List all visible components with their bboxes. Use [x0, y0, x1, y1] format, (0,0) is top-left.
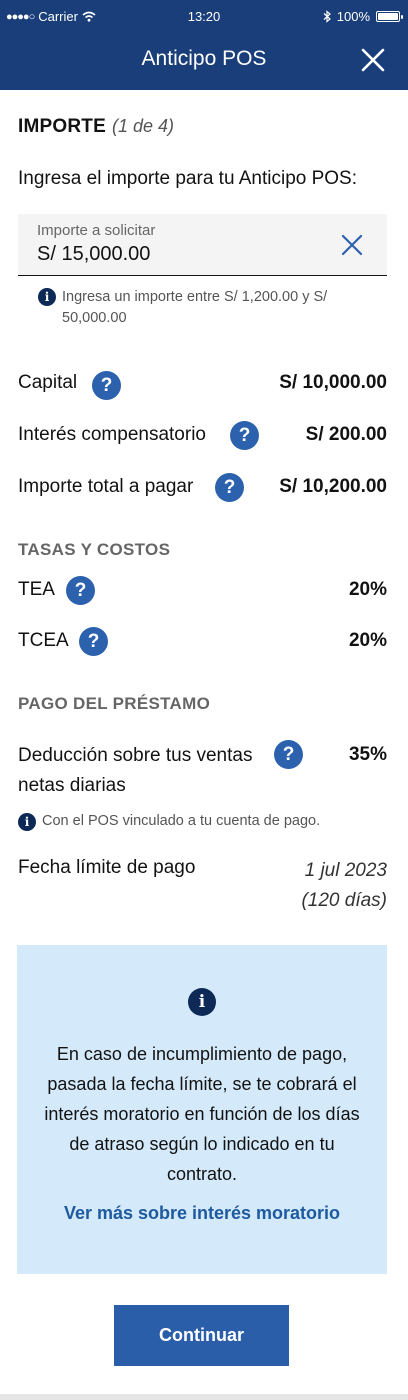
app-header: ●●●●○ Carrier 13:20 100% Anticipo POS — [0, 0, 408, 90]
summary-value: S/ 200.00 — [305, 424, 387, 445]
bottom-divider — [0, 1394, 408, 1400]
amount-input[interactable] — [37, 243, 317, 266]
step-heading: IMPORTE (1 de 4) — [18, 116, 174, 138]
rate-label: TCEA — [18, 630, 69, 651]
help-icon-tcea[interactable]: ? — [79, 627, 108, 656]
info-icon: i — [38, 288, 56, 306]
summary-value: S/ 10,200.00 — [279, 476, 387, 497]
rate-value: 20% — [348, 579, 387, 600]
info-icon: i — [18, 813, 36, 831]
battery-label: 100% — [336, 9, 370, 24]
help-icon-tea[interactable]: ? — [66, 576, 95, 605]
step-title: IMPORTE — [18, 116, 106, 137]
deduction-note: Con el POS vinculado a tu cuenta de pago… — [42, 813, 321, 829]
help-icon-deduction[interactable]: ? — [274, 740, 303, 769]
amount-field-label: Importe a solicitar — [37, 222, 156, 239]
page-title: Anticipo POS — [141, 47, 267, 70]
intro-text: Ingresa el importe para tu Anticipo POS: — [18, 168, 358, 189]
due-date-label: Fecha límite de pago — [18, 857, 196, 878]
status-bar: ●●●●○ Carrier 13:20 100% — [0, 0, 408, 34]
loan-payment-heading: PAGO DEL PRÉSTAMO — [18, 694, 211, 713]
step-progress: (1 de 4) — [111, 116, 175, 136]
continue-button[interactable]: Continuar — [114, 1305, 289, 1366]
rates-heading: TASAS Y COSTOS — [18, 540, 171, 559]
late-payment-notice: i En caso de incumplimiento de pago, pas… — [17, 945, 387, 1274]
deduction-value: 35% — [348, 744, 387, 765]
amount-field[interactable]: Importe a solicitar — [18, 214, 387, 276]
rate-label: TEA — [18, 579, 55, 600]
due-date: 1 jul 2023 — [304, 860, 387, 881]
battery-icon — [376, 11, 403, 22]
clear-icon[interactable] — [341, 234, 363, 256]
summary-label: Importe total a pagar — [18, 476, 194, 497]
help-icon-total[interactable]: ? — [215, 473, 244, 502]
due-days: (120 días) — [301, 890, 387, 911]
interest-info-link[interactable]: Ver más sobre interés moratorio — [17, 1203, 387, 1224]
notice-text: En caso de incumplimiento de pago, pasad… — [44, 1044, 360, 1184]
info-icon: i — [188, 988, 216, 1016]
due-date-value: 1 jul 2023 (120 días) — [301, 856, 387, 916]
rate-value: 20% — [348, 630, 387, 651]
close-icon[interactable] — [360, 47, 386, 73]
summary-label: Capital — [18, 372, 78, 393]
help-icon-interest[interactable]: ? — [230, 421, 259, 450]
amount-hint: Ingresa un importe entre S/ 1,200.00 y S… — [62, 289, 328, 326]
summary-value: S/ 10,000.00 — [279, 372, 387, 393]
help-icon-capital[interactable]: ? — [92, 371, 121, 400]
deduction-label: Deducción sobre tus ventas netas diarias — [18, 745, 253, 796]
summary-label: Interés compensatorio — [18, 424, 206, 445]
bluetooth-icon — [323, 10, 331, 23]
